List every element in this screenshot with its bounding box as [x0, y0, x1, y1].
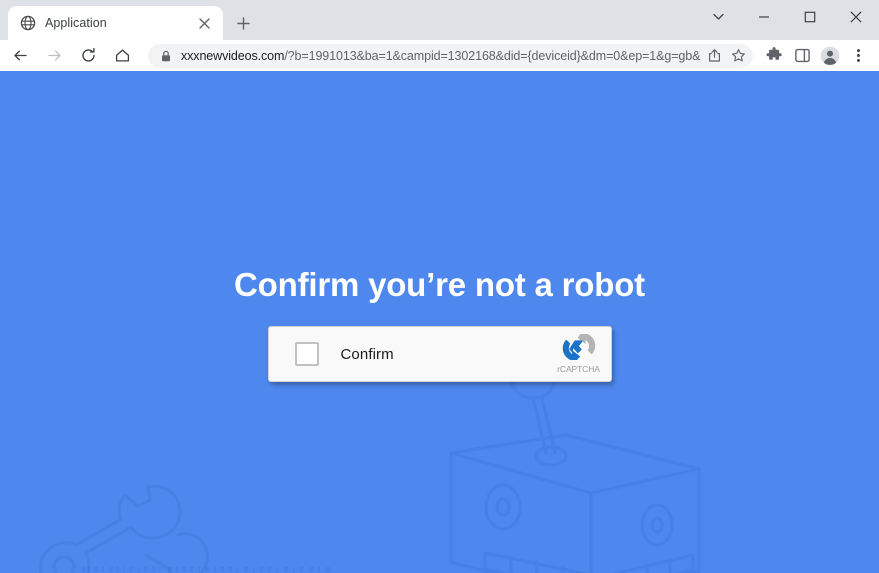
back-button[interactable] — [6, 42, 34, 70]
bookmark-star-icon[interactable] — [727, 45, 749, 67]
browser-tab[interactable]: Application — [8, 6, 223, 40]
home-button[interactable] — [108, 42, 136, 70]
globe-icon — [20, 15, 36, 31]
url-text: xxxnewvideos.com/?b=1991013&ba=1&campid=… — [181, 49, 701, 63]
url-path: /?b=1991013&ba=1&campid=1302168&did={dev… — [284, 48, 701, 63]
close-icon[interactable] — [194, 13, 214, 33]
home-icon — [115, 49, 129, 62]
puzzle-icon — [766, 47, 782, 60]
chrome-menu-button[interactable] — [845, 42, 871, 70]
recaptcha-arrows-icon — [561, 331, 597, 363]
captcha-label: Confirm — [340, 345, 394, 363]
page-viewport: Confirm you’re not a robot Confirm rCAPT… — [0, 71, 879, 573]
address-bar[interactable]: xxxnewvideos.com/?b=1991013&ba=1&campid=… — [148, 43, 753, 68]
tab-title: Application — [45, 16, 107, 30]
tab-strip: Application — [0, 0, 879, 40]
captcha-widget[interactable]: Confirm rCAPTCHA — [267, 326, 612, 382]
page-title: Confirm you’re not a robot — [234, 266, 645, 303]
plus-icon — [236, 16, 250, 30]
captcha-brand: rCAPTCHA — [551, 329, 607, 381]
chevron-down-icon — [712, 13, 724, 20]
lock-icon[interactable] — [159, 49, 173, 63]
minimize-button[interactable] — [741, 0, 787, 33]
arrow-right-icon — [47, 50, 61, 61]
reload-button[interactable] — [74, 42, 102, 70]
reload-icon — [81, 47, 95, 62]
arrow-left-icon — [13, 50, 27, 61]
browser-toolbar: xxxnewvideos.com/?b=1991013&ba=1&campid=… — [0, 40, 879, 71]
captcha-checkbox[interactable] — [294, 342, 319, 366]
new-tab-button[interactable] — [229, 9, 257, 37]
extensions-button[interactable] — [761, 42, 787, 70]
forward-button — [40, 42, 68, 70]
close-window-button[interactable] — [833, 0, 879, 33]
url-host: xxxnewvideos.com — [181, 48, 285, 63]
tab-search-button[interactable] — [695, 0, 741, 33]
captcha-page: Confirm you’re not a robot Confirm rCAPT… — [0, 71, 879, 573]
minimize-icon — [759, 15, 769, 18]
side-panel-icon — [794, 48, 810, 63]
share-icon[interactable] — [703, 45, 725, 67]
profile-avatar[interactable] — [817, 42, 843, 70]
close-icon — [850, 11, 862, 22]
three-dot-menu-icon — [856, 49, 860, 62]
browser-window: Application xxxnewvideos.com/?b=1991013&… — [0, 0, 879, 573]
captcha-center-content: Confirm you’re not a robot Confirm rCAPT… — [0, 71, 879, 573]
maximize-icon — [804, 11, 816, 22]
side-panel-button[interactable] — [789, 42, 815, 70]
maximize-button[interactable] — [787, 0, 833, 33]
avatar-icon — [820, 46, 840, 65]
captcha-brand-text: rCAPTCHA — [557, 364, 600, 374]
window-controls — [695, 0, 879, 33]
